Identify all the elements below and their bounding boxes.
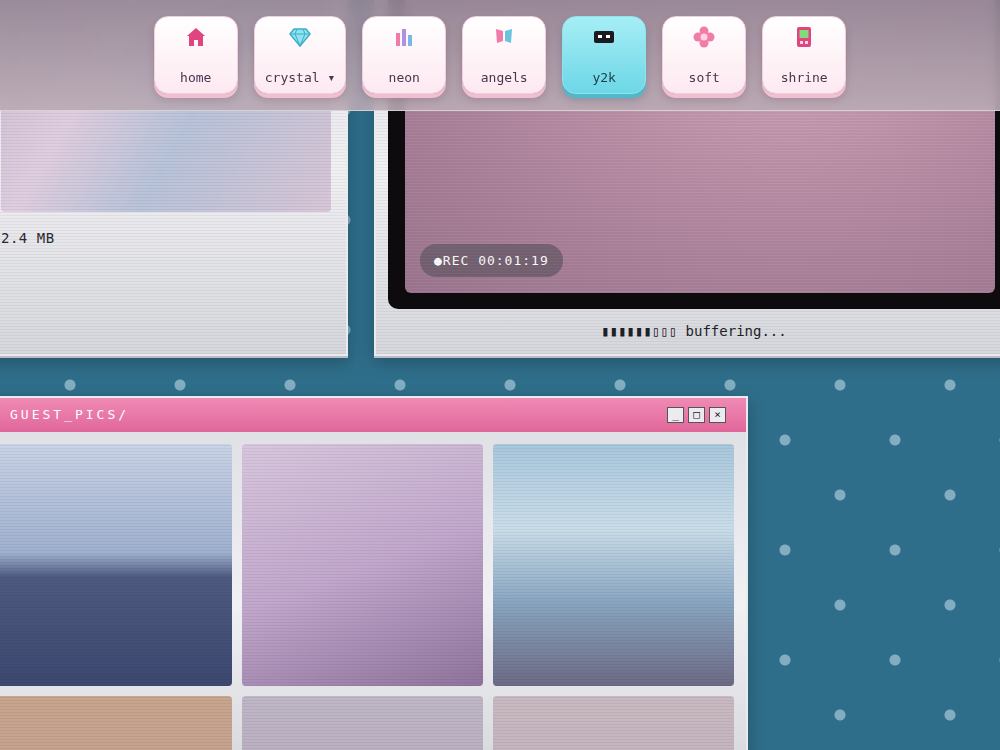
nav-button[interactable]: shrine <box>762 16 846 94</box>
title-bar[interactable]: GUEST_PICS/ _□× <box>0 398 746 432</box>
wings-icon <box>492 25 516 49</box>
nav-button[interactable]: home <box>154 16 238 94</box>
close-button[interactable]: × <box>709 407 726 423</box>
guest-photo[interactable] <box>242 696 483 750</box>
diamond-icon <box>288 25 312 49</box>
guest-photo[interactable] <box>242 444 483 686</box>
buffer-status: ▮▮▮▮▮▮▯▯▯ buffering... <box>388 309 1000 342</box>
guest-pics-window: GUEST_PICS/ _□× <box>0 396 748 750</box>
guest-photo[interactable] <box>493 444 734 686</box>
rec-badge: ●REC 00:01:19 <box>420 244 563 278</box>
nav-label: crystal ▾ <box>265 68 335 88</box>
guest-photo[interactable] <box>0 444 232 686</box>
nav-button[interactable]: y2k <box>562 16 646 94</box>
photo-grid <box>0 432 746 750</box>
nav-button[interactable]: angels <box>462 16 546 94</box>
guest-photo[interactable] <box>493 696 734 750</box>
nav-label: home <box>180 68 211 88</box>
home-icon <box>184 25 208 49</box>
bars-icon <box>392 25 416 49</box>
nav-button[interactable]: soft <box>662 16 746 94</box>
maximize-button[interactable]: □ <box>688 407 705 423</box>
window-controls: _□× <box>667 407 726 423</box>
nav-label: soft <box>689 68 720 88</box>
cassette-icon <box>592 25 616 49</box>
nav-label: y2k <box>592 68 615 88</box>
handheld-icon <box>792 25 816 49</box>
nav-button[interactable]: crystal ▾ <box>254 16 346 94</box>
file-size: 2.4 MB <box>1 228 331 249</box>
guest-photo[interactable] <box>0 696 232 750</box>
nav-button[interactable]: neon <box>362 16 446 94</box>
flower-icon <box>692 25 716 49</box>
nav-label: neon <box>389 68 420 88</box>
top-nav: home crystal ▾ neon angels y2k soft shrine <box>0 0 1000 111</box>
nav-label: angels <box>481 68 528 88</box>
minimize-button[interactable]: _ <box>667 407 684 423</box>
nav-label: shrine <box>781 68 828 88</box>
window-title: GUEST_PICS/ <box>10 405 129 425</box>
